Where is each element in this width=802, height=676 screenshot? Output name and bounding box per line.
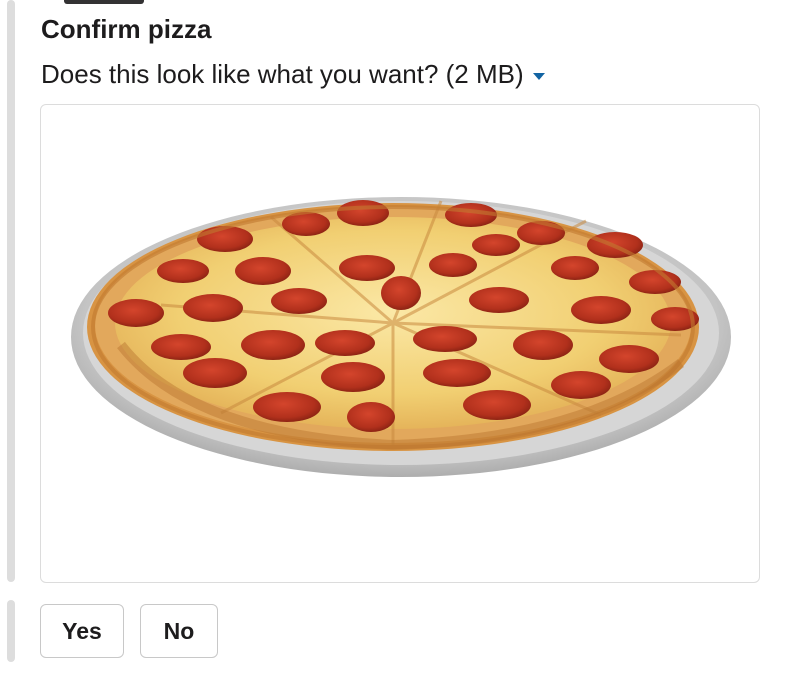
caret-down-icon[interactable] xyxy=(532,72,545,80)
actions-rail xyxy=(7,600,15,662)
attachment-image-frame[interactable] xyxy=(40,104,760,583)
attachment-subtitle: Does this look like what you want? (2 MB… xyxy=(41,56,545,92)
attachment-subtitle-text: Does this look like what you want? (2 MB… xyxy=(41,59,524,89)
yes-button[interactable]: Yes xyxy=(40,604,124,658)
pizza-image xyxy=(71,197,731,477)
message-container: Confirm pizza Does this look like what y… xyxy=(0,0,802,676)
attachment-title: Confirm pizza xyxy=(41,14,212,44)
no-button[interactable]: No xyxy=(140,604,218,658)
previous-message-fragment xyxy=(64,0,144,4)
attachment-rail xyxy=(7,0,15,582)
